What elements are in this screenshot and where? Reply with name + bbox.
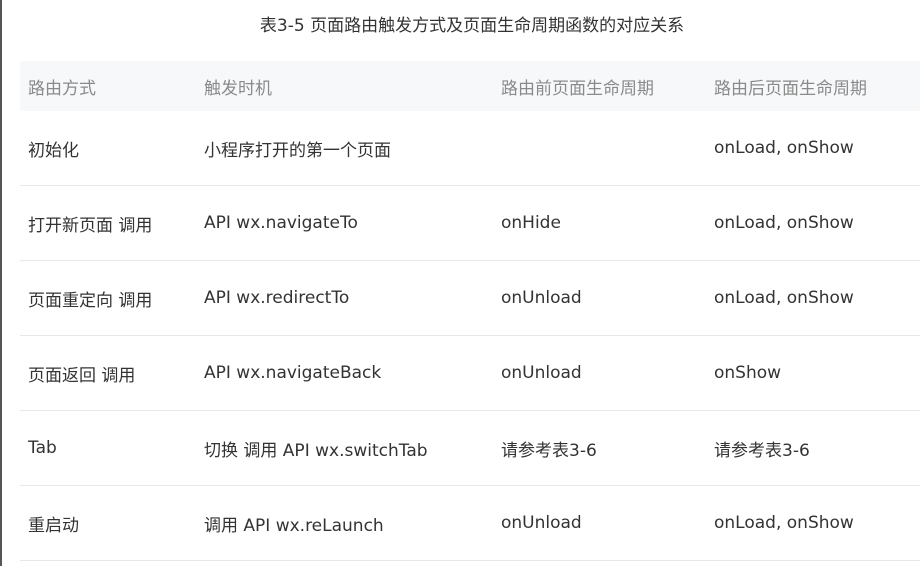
- table-header-row: 路由方式 触发时机 路由前页面生命周期 路由后页面生命周期: [20, 61, 920, 111]
- cell-route-method: 打开新页面 调用: [28, 215, 153, 236]
- cell-before-lifecycle: 请参考表3-6: [501, 440, 597, 461]
- cell-before-lifecycle: onHide: [501, 213, 561, 233]
- cell-before-lifecycle: onUnload: [501, 288, 582, 308]
- cell-route-method: 初始化: [28, 140, 79, 161]
- table-row: 页面返回 调用 API wx.navigateBack onUnload onS…: [20, 336, 920, 411]
- cell-trigger-time: 小程序打开的第一个页面: [204, 140, 391, 161]
- cell-after-lifecycle: onLoad, onShow: [714, 138, 854, 158]
- cell-before-lifecycle: onUnload: [501, 513, 582, 533]
- cell-trigger-time: 切换 调用 API wx.switchTab: [204, 440, 428, 461]
- cell-trigger-time: API wx.navigateBack: [204, 363, 382, 383]
- header-before-route-lifecycle: 路由前页面生命周期: [501, 78, 654, 99]
- cell-before-lifecycle: onUnload: [501, 363, 582, 383]
- cell-after-lifecycle: onLoad, onShow: [714, 513, 854, 533]
- cell-trigger-time: 调用 API wx.reLaunch: [204, 515, 384, 536]
- cell-after-lifecycle: 请参考表3-6: [714, 440, 810, 461]
- cell-after-lifecycle: onLoad, onShow: [714, 213, 854, 233]
- table-caption: 表3-5 页面路由触发方式及页面生命周期函数的对应关系: [259, 16, 685, 36]
- table-row: Tab 切换 调用 API wx.switchTab 请参考表3-6 请参考表3…: [20, 411, 920, 486]
- cell-route-method: Tab: [28, 438, 57, 458]
- cell-route-method: 重启动: [28, 515, 79, 536]
- header-trigger-time: 触发时机: [204, 78, 272, 99]
- header-route-method: 路由方式: [28, 78, 96, 99]
- header-after-route-lifecycle: 路由后页面生命周期: [714, 78, 867, 99]
- table-row: 打开新页面 调用 API wx.navigateTo onHide onLoad…: [20, 186, 920, 261]
- table-row: 初始化 小程序打开的第一个页面 onLoad, onShow: [20, 111, 920, 186]
- cell-route-method: 页面重定向 调用: [28, 290, 153, 311]
- document-page: 表3-5 页面路由触发方式及页面生命周期函数的对应关系 路由方式 触发时机 路由…: [0, 0, 920, 566]
- table-row: 页面重定向 调用 API wx.redirectTo onUnload onLo…: [20, 261, 920, 336]
- cell-route-method: 页面返回 调用: [28, 365, 136, 386]
- table-row: 重启动 调用 API wx.reLaunch onUnload onLoad, …: [20, 486, 920, 561]
- cell-after-lifecycle: onShow: [714, 363, 782, 383]
- route-lifecycle-table: 路由方式 触发时机 路由前页面生命周期 路由后页面生命周期 初始化 小程序打开的…: [20, 61, 920, 561]
- cell-trigger-time: API wx.navigateTo: [204, 213, 358, 233]
- cell-after-lifecycle: onLoad, onShow: [714, 288, 854, 308]
- cell-trigger-time: API wx.redirectTo: [204, 288, 350, 308]
